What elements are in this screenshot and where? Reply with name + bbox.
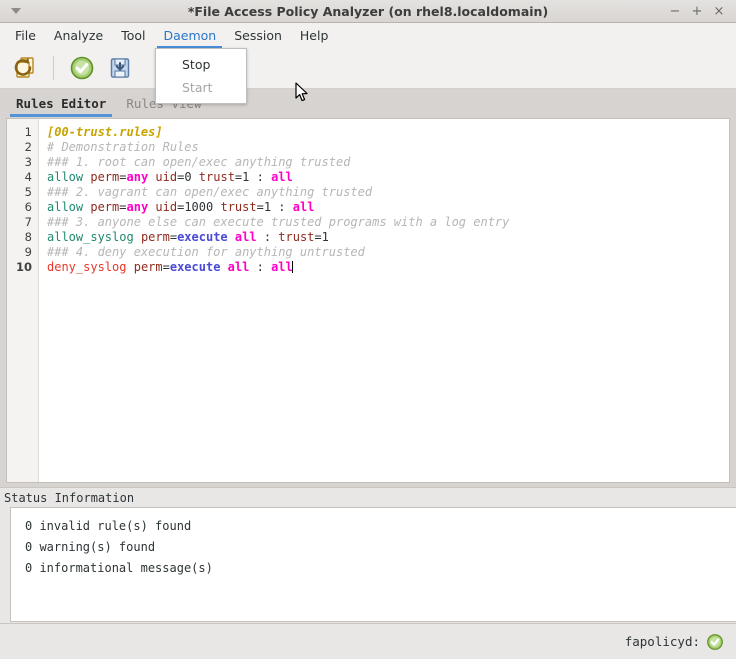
application-window: *File Access Policy Analyzer (on rhel8.l… (0, 0, 736, 659)
daemon-menu-start: Start (182, 80, 213, 95)
line-number: 3 (24, 155, 32, 169)
line-number: 5 (24, 185, 32, 199)
line-number: 8 (24, 230, 32, 244)
line-number: 6 (24, 200, 32, 214)
code-line: [00-trust.rules] (47, 125, 729, 140)
toolbar (0, 48, 736, 89)
code-line: ### 3. anyone else can execute trusted p… (47, 215, 729, 230)
menu-item-tool[interactable]: Tool (112, 23, 154, 48)
status-message: 0 invalid rule(s) found (25, 519, 192, 533)
rules-text-editor[interactable]: 1 2 3 4 5 6 7 8 9 10 [00-trust.rules] # … (6, 118, 730, 483)
validate-rules-button[interactable] (65, 51, 99, 85)
menu-item-analyze[interactable]: Analyze (45, 23, 112, 48)
menu-item-daemon[interactable]: Daemon (154, 23, 225, 48)
daemon-dropdown-menu: Stop Start (155, 48, 247, 104)
daemon-status-label: fapolicyd: (624, 634, 700, 649)
menu-item-session[interactable]: Session (225, 23, 291, 48)
window-menu-button[interactable] (2, 0, 30, 22)
check-rules-icon (70, 56, 94, 80)
code-line: allow perm=any uid=0 trust=1 : all (47, 170, 293, 184)
green-check-circle-icon (707, 633, 723, 650)
code-line-current: deny_syslog perm=execute all : all (47, 260, 293, 274)
minimize-button[interactable]: − (664, 1, 686, 21)
window-title: *File Access Policy Analyzer (on rhel8.l… (187, 3, 549, 19)
line-number-current: 10 (15, 260, 32, 274)
code-line: allow_syslog perm=execute all : trust=1 (47, 230, 329, 244)
comment-text: # Demonstration Rules (47, 140, 199, 154)
code-line: ### 1. root can open/exec anything trust… (47, 155, 729, 170)
refresh-rules-button[interactable] (8, 51, 42, 85)
daemon-menu-stop[interactable]: Stop (156, 53, 246, 76)
save-rules-button[interactable] (103, 51, 137, 85)
code-area[interactable]: [00-trust.rules] # Demonstration Rules #… (39, 119, 729, 482)
status-bar: fapolicyd: (0, 623, 736, 659)
line-number: 2 (24, 140, 32, 154)
code-line: # Demonstration Rules (47, 140, 729, 155)
window-controls: − + × (664, 1, 736, 21)
status-information-label: Status Information (0, 487, 736, 507)
toolbar-separator (53, 56, 54, 80)
title-bar: *File Access Policy Analyzer (on rhel8.l… (0, 0, 736, 23)
triangle-down-icon (11, 8, 21, 14)
tab-rules-editor[interactable]: Rules Editor (10, 89, 120, 117)
tab-bar: Rules Editor Rules View (0, 89, 736, 117)
comment-text: ### 1. root can open/exec anything trust… (47, 155, 351, 169)
code-line: ### 2. vagrant can open/exec anything tr… (47, 185, 729, 200)
code-line: allow perm=any uid=1000 trust=1 : all (47, 200, 315, 214)
line-number-gutter: 1 2 3 4 5 6 7 8 9 10 (7, 119, 39, 482)
rule-file-header: [00-trust.rules] (47, 125, 163, 139)
comment-text: ### 3. anyone else can execute trusted p… (47, 215, 510, 229)
line-number: 4 (24, 170, 32, 184)
menu-item-help[interactable]: Help (291, 23, 338, 48)
status-information-container: 0 invalid rule(s) found 0 warning(s) fou… (0, 507, 736, 623)
menu-bar: File Analyze Tool Daemon Session Help (0, 23, 736, 48)
status-message: 0 informational message(s) (25, 561, 213, 575)
code-line: ### 4. deny execution for anything untru… (47, 245, 729, 260)
status-message: 0 warning(s) found (25, 540, 156, 554)
save-rules-icon (110, 58, 130, 78)
text-caret (291, 261, 293, 273)
comment-text: ### 2. vagrant can open/exec anything tr… (47, 185, 373, 199)
refresh-rules-icon (14, 57, 34, 78)
comment-text: ### 4. deny execution for anything untru… (47, 245, 365, 259)
line-number: 1 (24, 125, 32, 139)
line-number: 7 (24, 215, 32, 229)
maximize-button[interactable]: + (686, 1, 708, 21)
close-button[interactable]: × (708, 1, 730, 21)
menu-item-file[interactable]: File (6, 23, 45, 48)
status-information-panel: 0 invalid rule(s) found 0 warning(s) fou… (10, 507, 736, 622)
line-number: 9 (24, 245, 32, 259)
editor-container: 1 2 3 4 5 6 7 8 9 10 [00-trust.rules] # … (0, 117, 736, 487)
